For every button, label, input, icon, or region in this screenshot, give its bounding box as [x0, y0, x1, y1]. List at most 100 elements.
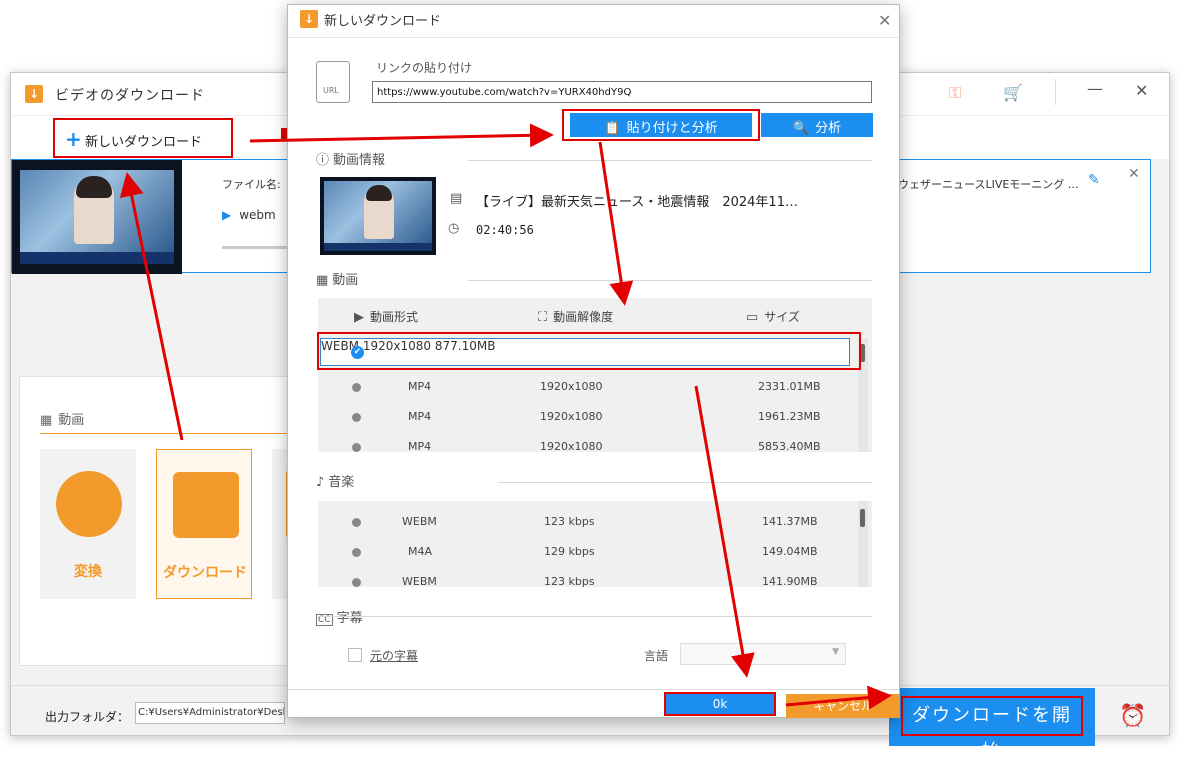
column-size-label: サイズ — [764, 310, 800, 324]
radio-icon[interactable] — [352, 443, 361, 452]
row-size: 5853.40MB — [758, 440, 821, 452]
video-title: 【ライブ】最新天気ニュース・地震情報 2024年11… — [476, 195, 798, 210]
row-size: 2331.01MB — [758, 380, 821, 393]
section-divider — [318, 616, 872, 617]
original-subtitle-label[interactable]: 元の字幕 — [370, 647, 418, 664]
video-duration: 02:40:56 — [476, 223, 534, 237]
dialog-title-divider — [288, 37, 899, 38]
radio-icon[interactable] — [352, 383, 361, 392]
original-subtitle-checkbox[interactable] — [348, 648, 362, 662]
download-tool[interactable]: ダウンロード — [156, 449, 252, 599]
plus-icon: + — [65, 127, 82, 151]
cart-icon[interactable]: 🛒 — [1003, 83, 1023, 102]
convert-tool[interactable]: 変換 — [40, 449, 136, 599]
audio-format-table: WEBM 123 kbps 141.37MB M4A 129 kbps 149.… — [318, 501, 872, 587]
dialog-title: 新しいダウンロード — [324, 14, 442, 29]
radio-icon[interactable] — [352, 413, 361, 422]
column-header-size: ▭ サイズ — [746, 308, 800, 325]
paste-and-analyze-button[interactable]: 📋 貼り付けと分析 — [570, 113, 752, 137]
resolution-icon: ⛶ — [538, 310, 548, 325]
start-download-label: ダウンロードを開始 — [901, 696, 1083, 762]
table-row[interactable]: M4A 129 kbps 149.04MB — [318, 537, 856, 567]
column-header-resolution: ⛶ 動画解像度 — [538, 308, 613, 325]
output-folder-field[interactable]: C:¥Users¥Administrator¥Desktop — [135, 702, 285, 724]
column-header-format: ▶ 動画形式 — [354, 308, 418, 325]
download-icon — [173, 472, 239, 538]
radio-icon[interactable] — [352, 518, 361, 527]
radio-icon[interactable] — [352, 578, 361, 587]
row-resolution: 1920x1080 — [540, 410, 603, 423]
format-icon: ▶ — [354, 310, 364, 325]
language-select[interactable]: ▼ — [680, 643, 846, 665]
window-title: ビデオのダウンロード — [55, 88, 205, 104]
music-section-label: 音楽 — [328, 475, 355, 490]
paste-analyze-label: 貼り付けと分析 — [626, 121, 718, 136]
new-download-button[interactable]: + 新しいダウンロード — [53, 118, 233, 158]
radio-icon[interactable] — [352, 548, 361, 557]
analyze-button[interactable]: 🔍 分析 — [761, 113, 873, 137]
dialog-logo-icon: ↓ — [300, 10, 318, 28]
row-format: M4A — [408, 545, 433, 558]
task-progress — [222, 246, 292, 249]
video-info-label: 動画情報 — [333, 153, 386, 168]
row-resolution: 1920x1080 — [540, 440, 603, 452]
alarm-clock-icon[interactable]: ⏰ — [1119, 704, 1146, 729]
app-logo-icon: ↓ — [25, 85, 43, 103]
table-row[interactable]: MP4 1920x1080 5853.40MB — [318, 432, 856, 452]
toolbox-panel: ▦ 動画 変換 ダウンロード — [19, 376, 295, 666]
task-format: ▶ webm — [222, 208, 276, 222]
url-input[interactable] — [372, 81, 872, 103]
row-size: 141.37MB — [762, 515, 818, 528]
table-row[interactable]: WEBM 123 kbps 141.37MB — [318, 507, 856, 537]
start-download-button[interactable]: ダウンロードを開始 — [889, 688, 1095, 762]
section-divider — [498, 482, 872, 483]
audio-table-scrollbar[interactable] — [858, 501, 868, 587]
close-icon[interactable]: ✕ — [1135, 81, 1148, 100]
titlebar-divider — [1055, 79, 1056, 105]
output-folder-label: 出力フォルダ： — [45, 710, 130, 724]
table-row[interactable]: MP4 1920x1080 2331.01MB — [318, 372, 856, 402]
task-format-value: webm — [239, 208, 276, 222]
row-bitrate: 123 kbps — [544, 575, 595, 587]
row-size: 1961.23MB — [758, 410, 821, 423]
video-section-label: 動画 — [332, 273, 359, 288]
video-info-section: ⓘ 動画情報 — [316, 149, 385, 168]
section-divider — [468, 280, 872, 281]
toolbox-section-title: ▦ 動画 — [40, 409, 84, 428]
document-icon: ▤ — [450, 191, 463, 206]
task-close-icon[interactable]: ✕ — [1128, 166, 1140, 182]
search-icon: 🔍 — [792, 121, 810, 136]
video-format-icon: ▶ — [222, 208, 232, 222]
table-row[interactable]: WEBM 123 kbps 141.90MB — [318, 567, 856, 587]
dialog-close-icon[interactable]: ✕ — [878, 11, 891, 30]
convert-label: 変換 — [74, 564, 102, 580]
table-row[interactable]: MP4 1920x1080 1961.23MB — [318, 402, 856, 432]
edit-icon[interactable]: ✎ — [1088, 172, 1100, 188]
info-icon: ⓘ — [316, 153, 330, 168]
row-format: MP4 — [408, 410, 432, 423]
paste-link-label: リンクの貼り付け — [376, 61, 473, 75]
size-icon: ▭ — [746, 310, 759, 325]
new-download-dialog: ↓ 新しいダウンロード ✕ URL リンクの貼り付け 📋貼り付けと分析 🔍分析 … — [287, 4, 900, 718]
clipboard-search-icon: 📋 — [604, 121, 621, 136]
minimize-icon[interactable]: — — [1087, 79, 1103, 98]
music-note-icon: ♪ — [316, 475, 325, 490]
film-icon: ▦ — [40, 413, 53, 428]
section-divider — [468, 160, 872, 161]
selected-row-highlight — [317, 332, 861, 370]
toolbox-section-label: 動画 — [58, 413, 85, 428]
row-bitrate: 123 kbps — [544, 515, 595, 528]
key-icon[interactable]: ⚿ — [949, 83, 961, 103]
ok-label: 0k — [712, 697, 728, 711]
row-format: WEBM — [402, 575, 437, 587]
chevron-down-icon: ▼ — [832, 647, 839, 657]
row-format: MP4 — [408, 380, 432, 393]
row-size: 141.90MB — [762, 575, 818, 587]
ok-button[interactable]: 0k — [664, 692, 776, 716]
row-bitrate: 129 kbps — [544, 545, 595, 558]
cancel-button[interactable]: キャンセル — [786, 694, 900, 718]
download-label: ダウンロード — [163, 565, 247, 581]
row-resolution: 1920x1080 — [540, 380, 603, 393]
column-format-label: 動画形式 — [370, 310, 419, 324]
scrollbar-thumb[interactable] — [860, 509, 865, 527]
